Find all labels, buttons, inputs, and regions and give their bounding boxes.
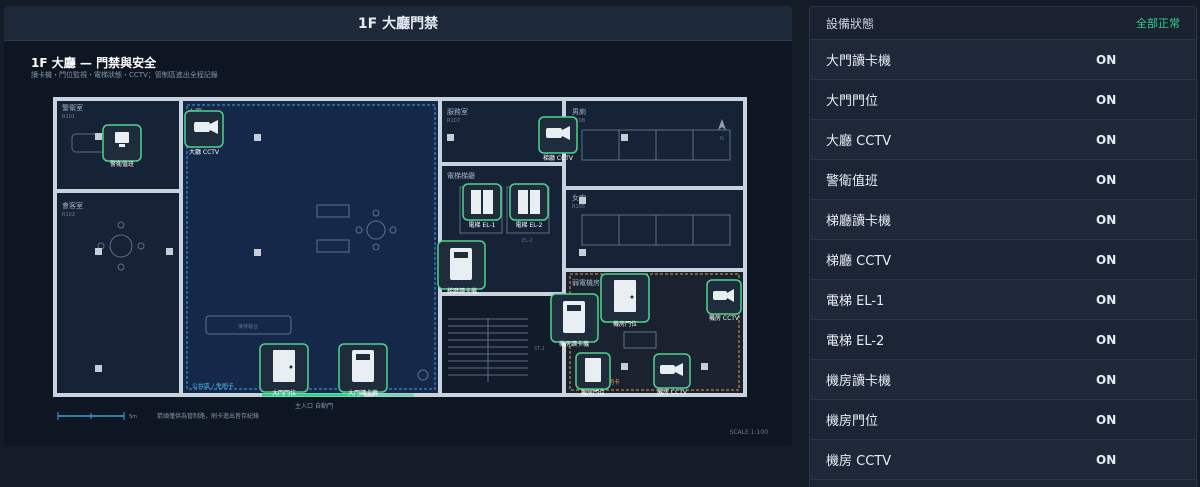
machine-reader-label: 機房讀卡機 (559, 340, 589, 348)
room-label-service: 服務室 (447, 107, 468, 116)
device-state: ON (1096, 332, 1117, 347)
machine-door2-label: 機房門位 (581, 389, 605, 397)
device-row[interactable]: 梯廳 CCTV ON (810, 240, 1196, 280)
device-name: 電梯 EL-1 (826, 294, 885, 309)
room-code-meeting: R102 (62, 212, 75, 218)
scale-bar-label: 5m (129, 414, 137, 420)
device-name: 大門門位 (826, 94, 879, 109)
device-name: 大門讀卡機 (826, 54, 892, 69)
service-cctv-label: 梯廳 CCTV (543, 154, 574, 162)
device-name: 機房門位 (826, 414, 879, 429)
machine-door2-device[interactable]: 機房門位 (575, 352, 611, 397)
machine-cctv-label: 機房 CCTV (709, 314, 740, 322)
room-label-meeting: 會客室 (62, 201, 83, 210)
elevator-el1-device[interactable]: 電梯 EL-1 (462, 183, 502, 229)
device-name: 大廳 CCTV (826, 134, 892, 149)
device-row[interactable]: 梯廳讀卡機 ON (810, 200, 1196, 240)
room-code-service: R107 (447, 118, 460, 124)
main-door-label: 大門門位 (272, 389, 296, 397)
service-cctv-device[interactable]: 梯廳 CCTV (538, 116, 578, 162)
machine-card-reader-device[interactable]: 機房讀卡機 (550, 293, 599, 348)
machine-door-device[interactable]: 機房門位 (600, 273, 650, 328)
device-name: 梯廳讀卡機 (826, 214, 892, 229)
device-name: 警衛值班 (826, 174, 879, 189)
stairs-label: ST-1 (534, 346, 545, 352)
room-code-guard: R101 (62, 114, 75, 120)
device-state: ON (1096, 132, 1117, 147)
device-row[interactable]: 機房讀卡機 ON (810, 360, 1196, 400)
machine-cctv2-device[interactable]: 機房 CCTV (653, 353, 691, 396)
device-state: ON (1096, 452, 1117, 467)
machine-door-label: 機房門位 (613, 320, 637, 328)
device-state: ON (1096, 292, 1117, 307)
elevator-el2-device[interactable]: 電梯 EL-2 (509, 183, 549, 229)
guard-duty-label: 警衛值班 (110, 160, 134, 168)
floor-plan: 警衛室 R101 會客室 R102 大廳 服務室 R107 男廁 R108 電梯… (53, 97, 747, 420)
device-row[interactable]: 機房 CCTV ON (810, 440, 1196, 480)
room-code-toilet-f: R105 (572, 204, 585, 210)
device-name: 梯廳 CCTV (826, 254, 892, 269)
device-state: ON (1096, 372, 1117, 387)
device-state: ON (1096, 212, 1117, 227)
el1-label: 電梯 EL-1 (469, 221, 496, 229)
device-state: ON (1096, 252, 1117, 267)
device-row[interactable]: 機房門位 ON (810, 400, 1196, 440)
main-reader-label: 大門讀卡機 (348, 389, 378, 397)
lobby-cctv-label: 大廳 CCTV (189, 148, 220, 156)
device-row[interactable]: 電梯 EL-2 ON (810, 320, 1196, 360)
device-state: ON (1096, 92, 1117, 107)
device-status-panel: 設備狀態 全部正常 大門讀卡機 ON 大門門位 ON 大廳 CCTV ON 警衛值班 ON 梯廳… (809, 6, 1197, 487)
floor-plan-panel: 1F 大廳門禁 1F 大廳 — 門禁與安全 讀卡機・門位監視・電梯狀態・CCTV… (4, 6, 792, 446)
device-state: ON (1096, 52, 1117, 67)
device-list: 大門讀卡機 ON 大門門位 ON 大廳 CCTV ON 警衛值班 ON 梯廳讀卡機 ON 梯廳 CC… (810, 40, 1196, 480)
main-card-reader-device[interactable]: 大門讀卡機 (338, 343, 388, 397)
el2-label: 電梯 EL-2 (516, 221, 543, 229)
scale-bar: 5m (57, 412, 137, 420)
north-label: N (720, 136, 724, 142)
el2-shaft-label: EL-2 (522, 238, 533, 244)
entrance-label: 主入口 自動門 (295, 402, 333, 410)
room-label-elevator-hall: 電梯梯廳 (447, 171, 475, 180)
device-row[interactable]: 大門門位 ON (810, 80, 1196, 120)
overall-status-badge: 全部正常 (1136, 17, 1180, 30)
public-zone-label: 公共區 / 免刷卡 (192, 382, 234, 390)
hall-card-reader-device[interactable]: 梯廳讀卡機 (437, 240, 486, 295)
machine-cctv-device[interactable]: 機房 CCTV (706, 279, 742, 322)
device-name: 機房讀卡機 (826, 374, 892, 389)
device-state: ON (1096, 412, 1117, 427)
footer-note: 箭頭僅供為管制路，刷卡進出皆存紀錄 (157, 412, 259, 420)
device-name: 機房 CCTV (826, 454, 892, 469)
device-row[interactable]: 電梯 EL-1 ON (810, 280, 1196, 320)
device-row[interactable]: 大廳 CCTV ON (810, 120, 1196, 160)
main-door-device[interactable]: 大門門位 (259, 343, 309, 397)
hall-reader-label: 梯廳讀卡機 (447, 287, 477, 295)
device-row[interactable]: 大門讀卡機 ON (810, 40, 1196, 80)
machine-cctv2-label: 機房 CCTV (657, 388, 688, 396)
room-label-toilet-m: 男廁 (572, 107, 586, 116)
reception-desk-label: 接待櫃台 (238, 323, 258, 330)
scale-note: SCALE 1:100 (729, 429, 768, 436)
device-status-header: 設備狀態 全部正常 (810, 7, 1196, 40)
room-label-guard: 警衛室 (62, 103, 83, 112)
device-status-title: 設備狀態 (826, 16, 875, 31)
lobby-cctv-device[interactable]: 大廳 CCTV (184, 110, 224, 156)
device-name: 電梯 EL-2 (826, 334, 885, 349)
guard-duty-device[interactable]: 警衛值班 (102, 124, 142, 168)
room-label-machine: 弱電機房 (572, 278, 600, 287)
device-row[interactable]: 警衛值班 ON (810, 160, 1196, 200)
device-state: ON (1096, 172, 1117, 187)
